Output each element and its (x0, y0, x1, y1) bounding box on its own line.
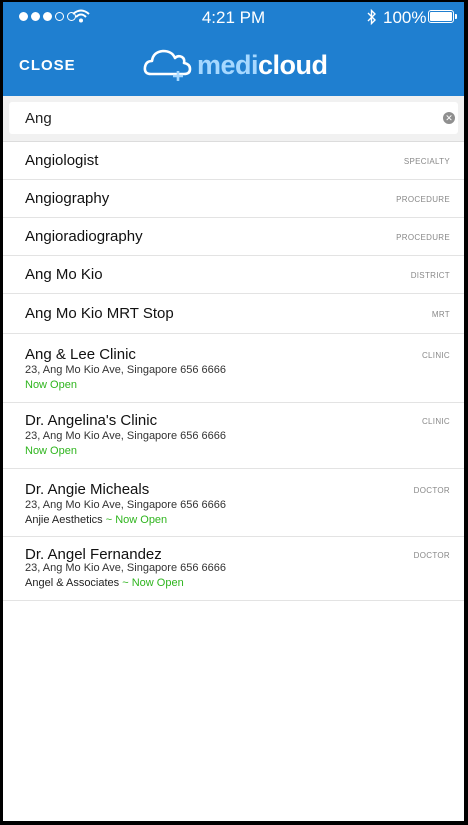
list-item[interactable]: Ang Mo Kio MRT Stop MRT (3, 294, 464, 334)
list-item[interactable]: Angiography PROCEDURE (3, 180, 464, 218)
list-item[interactable]: Dr. Angie Micheals DOCTOR 23, Ang Mo Kio… (3, 469, 464, 537)
results-list: Angiologist SPECIALTY Angiography PROCED… (3, 142, 464, 601)
app-header: 4:21 PM 100% CLOSE medi cloud (3, 2, 464, 96)
result-type: CLINIC (421, 417, 450, 426)
list-item[interactable]: Angiologist SPECIALTY (3, 142, 464, 180)
close-button[interactable]: CLOSE (19, 57, 76, 74)
result-status-line: Anjie Aesthetics ~ Now Open (25, 514, 167, 526)
result-address: 23, Ang Mo Kio Ave, Singapore 656 6666 (25, 364, 227, 376)
logo-text-medi: medi (197, 49, 259, 80)
search-query: Ang (25, 110, 52, 127)
app-screen: 4:21 PM 100% CLOSE medi cloud Ang ✕ Angio… (3, 2, 464, 821)
bluetooth-icon (367, 9, 376, 25)
result-status-line: Now Open (25, 379, 77, 391)
result-type: PROCEDURE (396, 233, 450, 242)
result-type: SPECIALTY (403, 157, 450, 166)
search-input[interactable]: Ang ✕ (9, 102, 458, 134)
battery-percent: 100% (383, 8, 427, 27)
status-bar: 4:21 PM 100% (3, 2, 464, 32)
open-status: Now Open (25, 379, 77, 391)
result-address: 23, Ang Mo Kio Ave, Singapore 656 6666 (25, 430, 227, 442)
result-type: PROCEDURE (396, 195, 450, 204)
result-address: 23, Ang Mo Kio Ave, Singapore 656 6666 (25, 499, 227, 511)
result-practice: Angel & Associates (25, 577, 120, 589)
result-title: Angiologist (25, 152, 99, 169)
result-type: DISTRICT (410, 271, 450, 280)
search-bar: Ang ✕ (3, 96, 464, 142)
list-item[interactable]: Dr. Angel Fernandez DOCTOR 23, Ang Mo Ki… (3, 537, 464, 601)
result-practice: Anjie Aesthetics (25, 514, 103, 526)
list-item[interactable]: Angioradiography PROCEDURE (3, 218, 464, 256)
list-item[interactable]: Dr. Angelina's Clinic CLINIC 23, Ang Mo … (3, 403, 464, 469)
cloud-plus-icon (143, 49, 192, 81)
result-title: Ang Mo Kio MRT Stop (25, 305, 174, 322)
result-status-line: Now Open (25, 445, 77, 457)
result-title: Angiography (25, 190, 110, 207)
result-title: Dr. Angel Fernandez (25, 546, 162, 563)
list-item[interactable]: Ang & Lee Clinic CLINIC 23, Ang Mo Kio A… (3, 334, 464, 403)
result-title: Ang Mo Kio (25, 266, 103, 283)
result-title: Ang & Lee Clinic (25, 346, 136, 363)
clear-icon[interactable]: ✕ (443, 112, 455, 124)
logo-text-cloud: cloud (258, 49, 328, 80)
result-type: MRT (431, 310, 450, 319)
result-status-line: Angel & Associates ~ Now Open (25, 577, 184, 589)
open-status: ~ Now Open (105, 514, 168, 526)
result-type: DOCTOR (413, 551, 450, 560)
open-status: Now Open (25, 445, 77, 457)
result-title: Dr. Angie Micheals (25, 481, 150, 498)
result-type: DOCTOR (413, 486, 450, 495)
result-type: CLINIC (421, 351, 450, 360)
result-title: Angioradiography (25, 228, 143, 245)
medicloud-logo: medi cloud (143, 48, 328, 82)
list-item[interactable]: Ang Mo Kio DISTRICT (3, 256, 464, 294)
open-status: ~ Now Open (122, 577, 184, 589)
result-title: Dr. Angelina's Clinic (25, 412, 158, 429)
result-address: 23, Ang Mo Kio Ave, Singapore 656 6666 (25, 562, 227, 574)
battery-icon (428, 10, 454, 23)
